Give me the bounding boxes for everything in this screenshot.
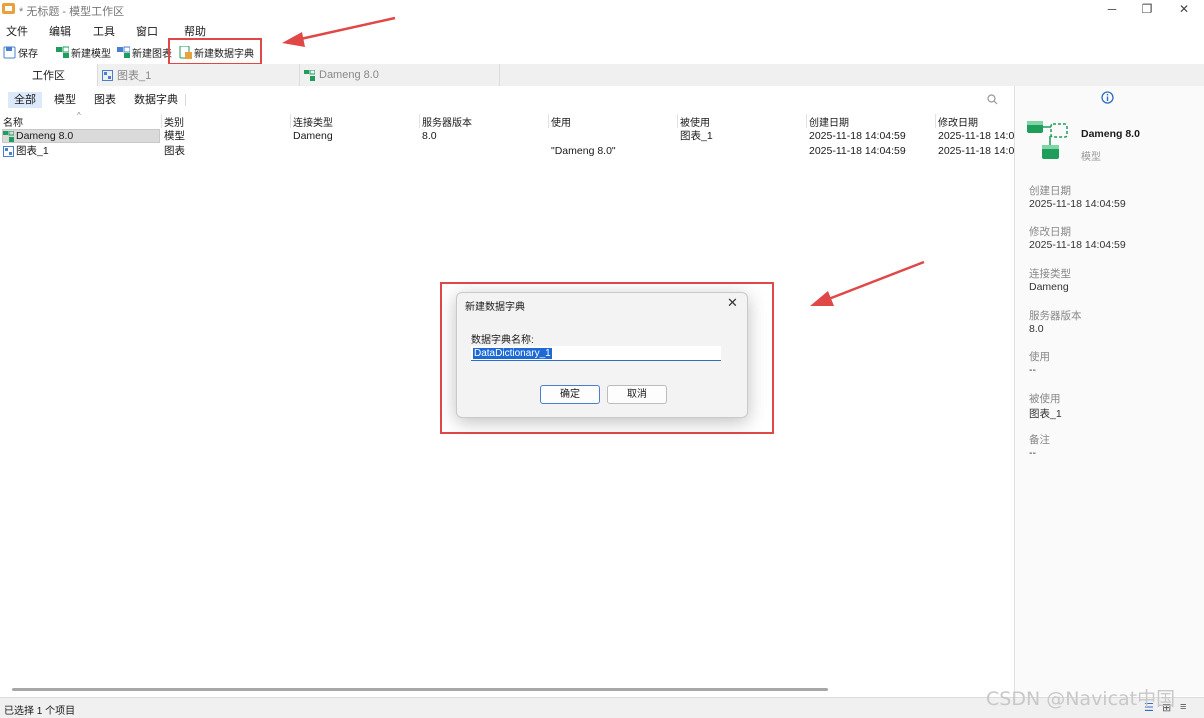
horizontal-scrollbar[interactable] xyxy=(12,688,828,691)
detail-view-icon[interactable]: ≡ xyxy=(1180,701,1186,713)
annotation-arrows xyxy=(282,16,925,306)
arrow-to-dialog xyxy=(810,260,925,306)
arrow-to-toolbar xyxy=(282,16,396,47)
watermark: CSDN @Navicat中国 xyxy=(986,688,1176,710)
status-text: 已选择 1 个项目 xyxy=(4,706,76,717)
